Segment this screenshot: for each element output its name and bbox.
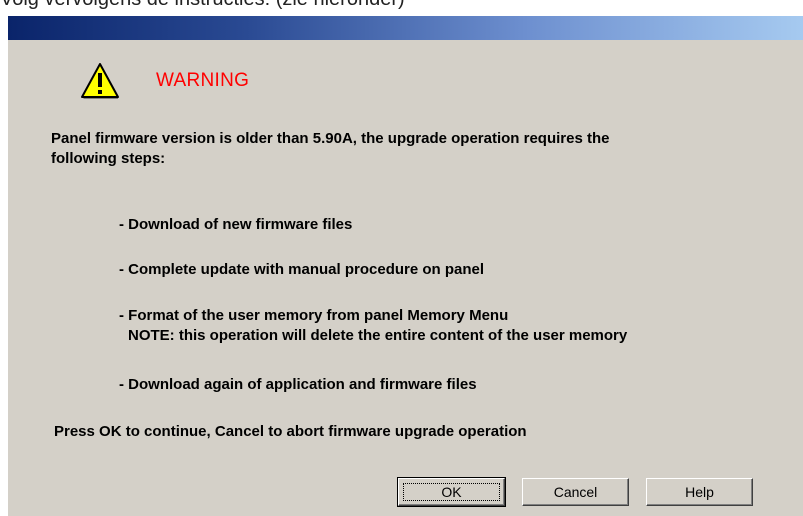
step-download-firmware: - Download of new firmware files bbox=[119, 216, 353, 233]
step-format-memory: - Format of the user memory from panel M… bbox=[119, 306, 627, 346]
firmware-warning-dialog: WARNING Panel firmware version is older … bbox=[8, 16, 803, 516]
dialog-titlebar[interactable] bbox=[8, 16, 803, 40]
ok-button[interactable]: OK bbox=[397, 477, 506, 507]
warning-header: WARNING bbox=[80, 62, 249, 100]
page: Volg vervolgens de instructies: (zie hie… bbox=[0, 0, 803, 516]
intro-line-1: Panel firmware version is older than 5.9… bbox=[51, 130, 610, 147]
help-button[interactable]: Help bbox=[646, 478, 753, 506]
step-format-memory-text: - Format of the user memory from panel M… bbox=[119, 307, 509, 324]
ok-button-label: OK bbox=[403, 483, 500, 501]
warning-icon bbox=[81, 63, 119, 99]
intro-line-2: following steps: bbox=[51, 150, 166, 167]
background-document-text: Volg vervolgens de instructies: (zie hie… bbox=[0, 0, 405, 11]
step-download-again: - Download again of application and firm… bbox=[119, 376, 477, 393]
step-manual-update: - Complete update with manual procedure … bbox=[119, 261, 485, 278]
cancel-button[interactable]: Cancel bbox=[522, 478, 629, 506]
intro-message: Panel firmware version is older than 5.9… bbox=[51, 129, 610, 169]
memory-delete-note: NOTE: this operation will delete the ent… bbox=[128, 327, 628, 344]
continue-instructions: Press OK to continue, Cancel to abort fi… bbox=[54, 423, 527, 440]
warning-label: WARNING bbox=[156, 70, 250, 91]
